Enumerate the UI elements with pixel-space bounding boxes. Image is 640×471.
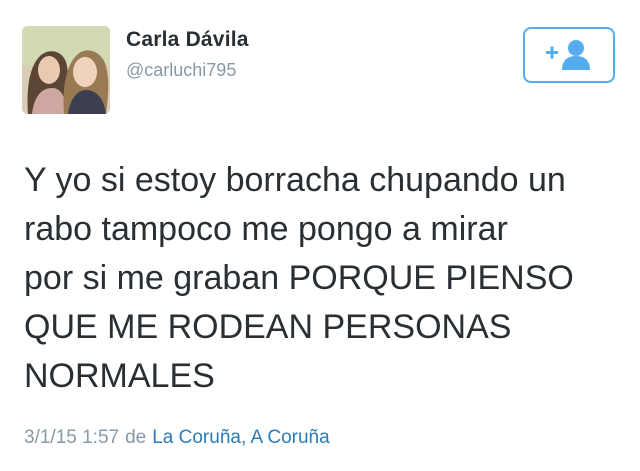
user-display-name[interactable]: Carla Dávila [126, 28, 249, 52]
tweet-timestamp[interactable]: 3/1/15 1:57 [24, 427, 119, 448]
tweet-card: Carla Dávila @carluchi795 Y yo si estoy … [0, 0, 640, 471]
location-connector: de [125, 427, 147, 448]
avatar[interactable] [22, 26, 110, 114]
user-handle[interactable]: @carluchi795 [126, 60, 236, 81]
tweet-metadata: 3/1/15 1:57 de La Coruña, A Coruña [24, 427, 330, 449]
tweet-text: Y yo si estoy borracha chupando un rabo … [24, 161, 574, 395]
tweet-location-link[interactable]: La Coruña, A Coruña [152, 427, 329, 448]
avatar-photo [22, 26, 110, 114]
follow-button[interactable] [523, 27, 615, 83]
add-user-icon [546, 40, 590, 70]
